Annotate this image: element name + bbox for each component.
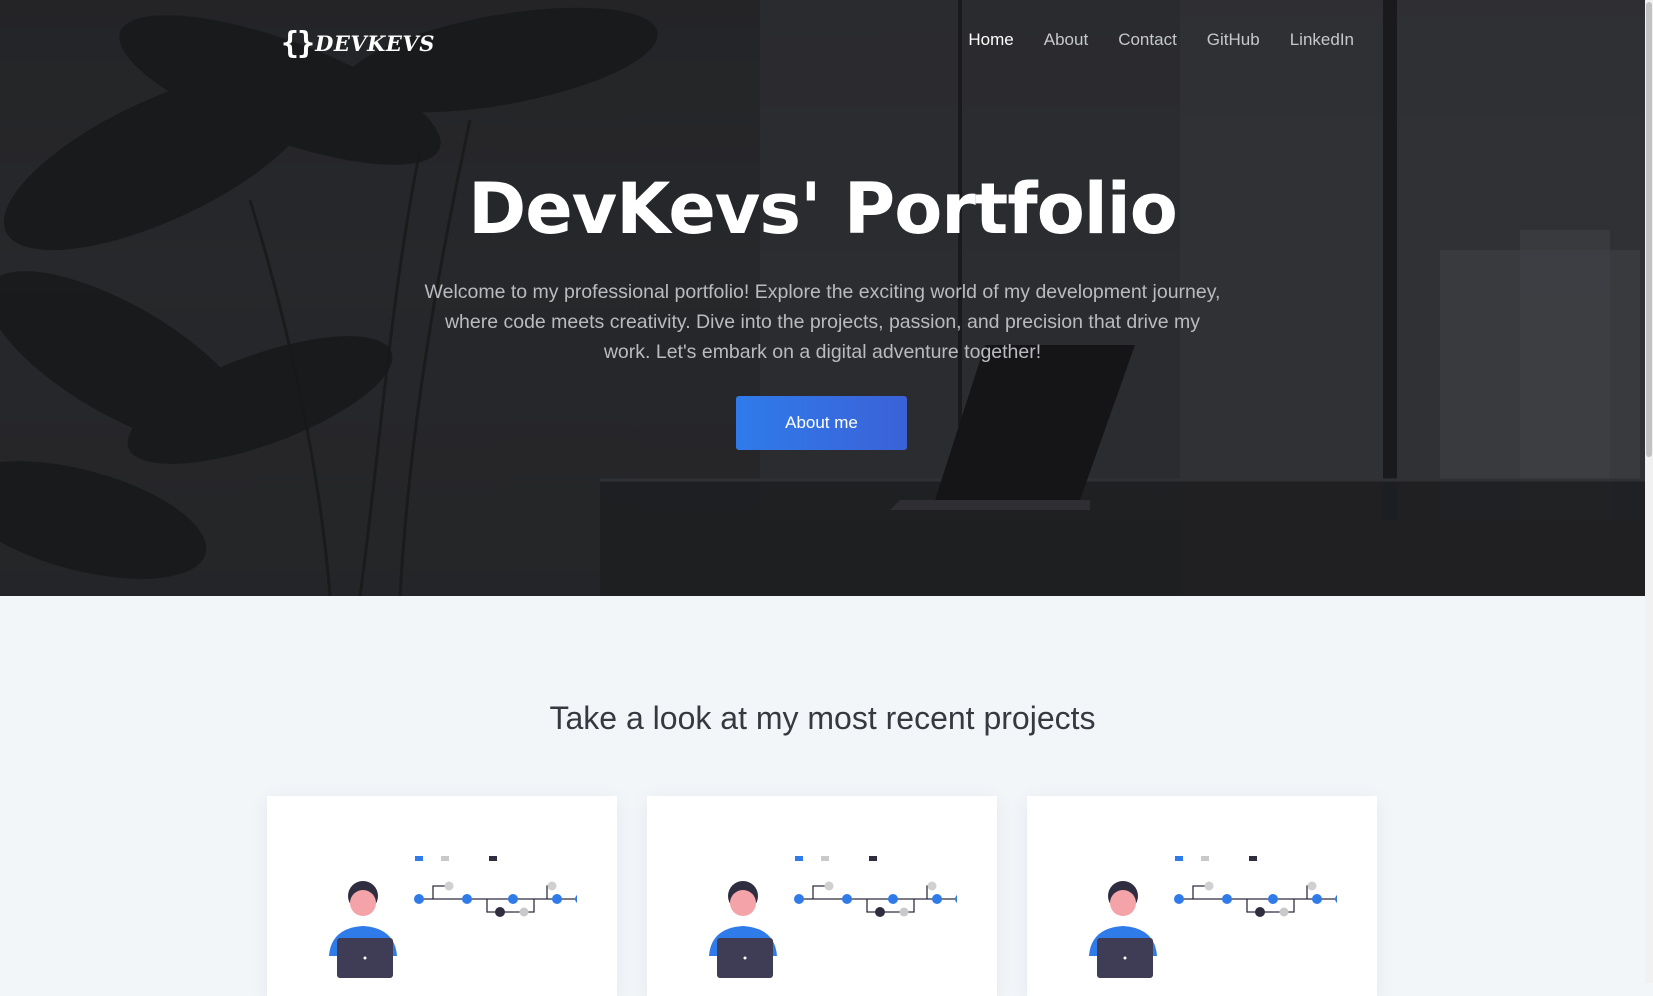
developer-git-graph-illustration — [709, 856, 957, 978]
hero-title: DevKevs' Portfolio — [468, 168, 1178, 250]
about-me-button[interactable]: About me — [736, 396, 907, 450]
page-scrollbar[interactable] — [1645, 0, 1653, 983]
nav-link-contact[interactable]: Contact — [1118, 30, 1177, 50]
top-navbar: {} DEVKEVS Home About Contact GitHub Lin… — [0, 0, 1645, 86]
logo-text: DEVKEVS — [315, 31, 435, 56]
nav-links: Home About Contact GitHub LinkedIn — [968, 30, 1354, 50]
site-logo[interactable]: {} DEVKEVS — [281, 27, 435, 61]
hero-section: {} DEVKEVS Home About Contact GitHub Lin… — [0, 0, 1645, 596]
projects-heading: Take a look at my most recent projects — [549, 700, 1096, 736]
nav-link-linkedin[interactable]: LinkedIn — [1290, 30, 1354, 50]
project-card[interactable] — [267, 796, 617, 996]
nav-link-home[interactable]: Home — [968, 30, 1013, 50]
project-card[interactable] — [647, 796, 997, 996]
developer-git-graph-illustration — [329, 856, 577, 978]
project-card[interactable] — [1027, 796, 1377, 996]
logo-brace-icon: {} — [281, 26, 315, 61]
hero-subtitle: Welcome to my professional portfolio! Ex… — [424, 281, 1221, 363]
developer-git-graph-illustration — [1089, 856, 1337, 978]
nav-link-github[interactable]: GitHub — [1207, 30, 1260, 50]
nav-link-about[interactable]: About — [1044, 30, 1088, 50]
scrollbar-thumb[interactable] — [1646, 2, 1652, 457]
